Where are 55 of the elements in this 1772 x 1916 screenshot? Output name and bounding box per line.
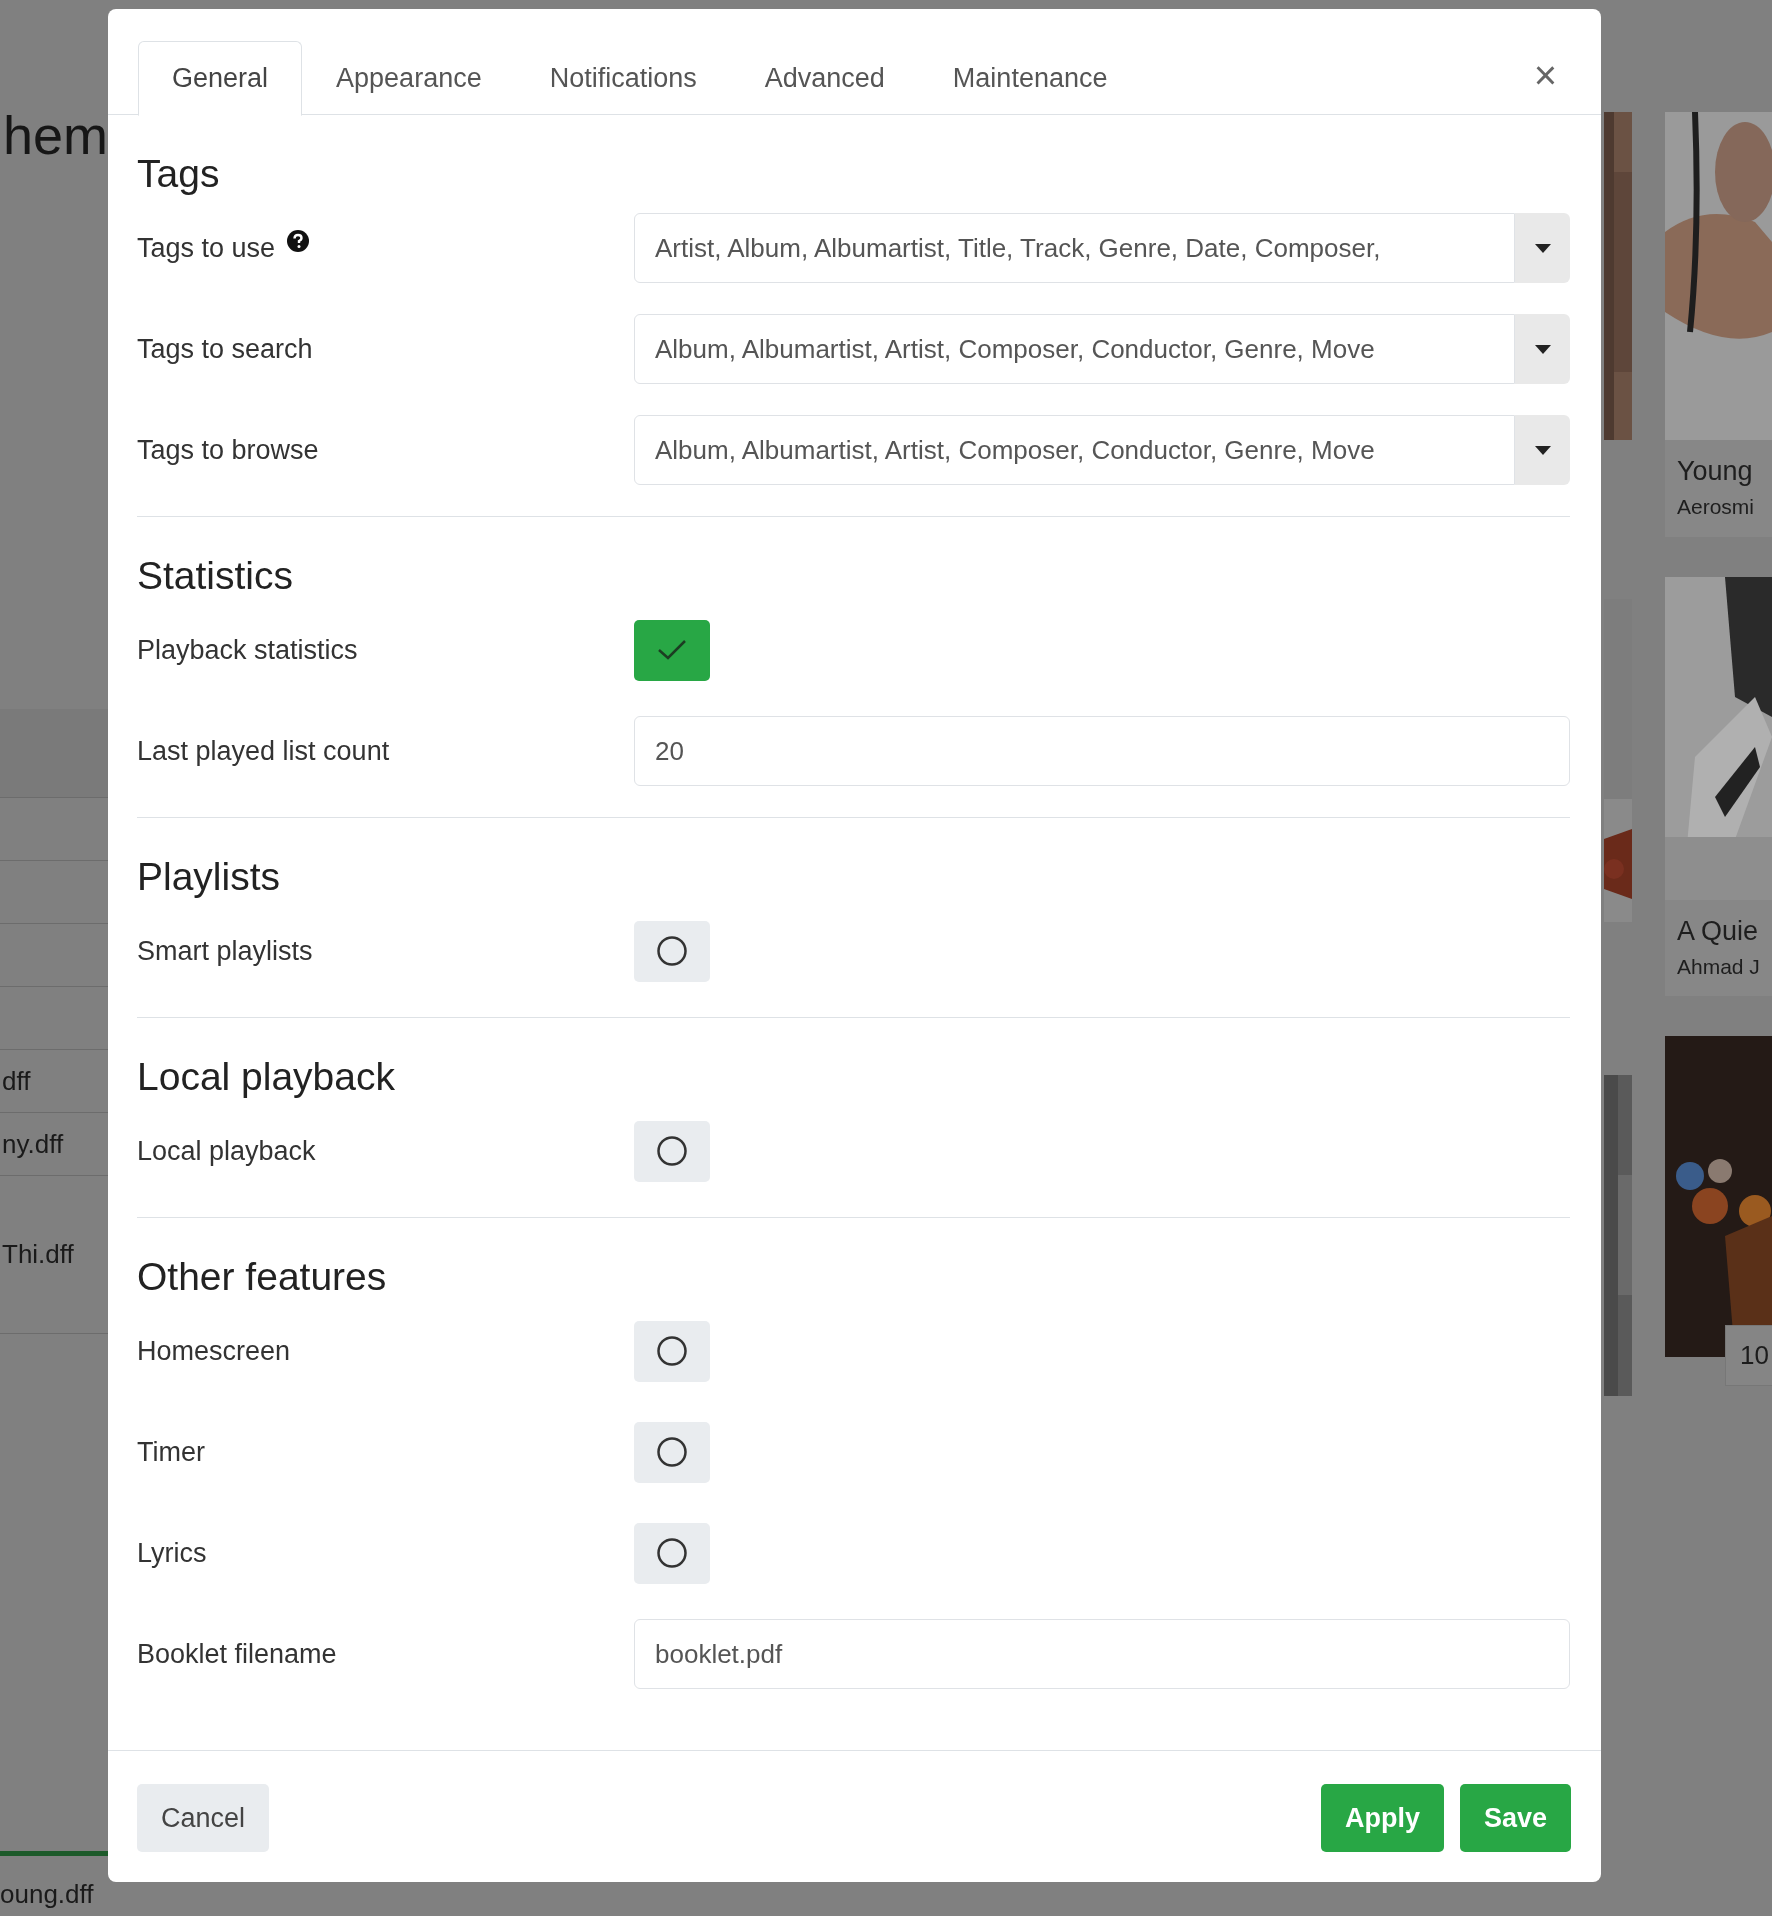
field-label: Booklet filename [137,1637,337,1671]
album-title: A Quie [1676,914,1760,948]
input-field[interactable]: booklet.pdf [634,1619,1570,1689]
track-name: oung.dff [0,1878,94,1911]
select-field[interactable]: Album, Albumartist, Artist, Composer, Conductor, Genre, Move [634,415,1515,485]
field-label: Smart playlists [137,934,313,968]
field-label: Playback statistics [137,633,358,667]
tab[interactable]: General [138,41,303,116]
toggle-switch[interactable] [634,1421,710,1483]
section-heading: Tags [137,150,221,197]
dropdown-button[interactable] [1515,415,1570,485]
select-field[interactable]: Album, Albumartist, Artist, Composer, Conductor, Genre, Move [634,314,1515,384]
tab[interactable]: Advanced [730,41,919,116]
section-heading: Local playback [137,1053,396,1100]
album-artist: Aerosmi [1676,494,1756,521]
field-label: Tags to use [137,231,276,265]
page-number[interactable]: 10 [1725,1325,1772,1387]
circle-icon [656,1436,688,1468]
caret-icon [1534,344,1551,354]
input-field[interactable]: 20 [634,716,1570,786]
section-heading: Other features [137,1253,388,1300]
tab[interactable]: Appearance [302,41,516,116]
field-label: Last played list count [137,734,390,768]
field-label: Tags to search [137,332,313,366]
tab[interactable]: Notifications [515,41,731,116]
circle-icon [656,935,688,967]
select-field[interactable]: Artist, Album, Albumartist, Title, Track, Genre, Date, Composer, [634,213,1515,283]
toggle-switch[interactable] [634,1522,710,1584]
caret-icon [1534,445,1551,455]
secondary-button[interactable]: Cancel [137,1784,270,1852]
toggle-switch[interactable] [634,619,710,681]
toggle-switch[interactable] [634,920,710,982]
check-icon [657,639,687,661]
circle-icon [656,1537,688,1569]
dropdown-button[interactable] [1515,213,1570,283]
field-label: Timer [137,1435,205,1469]
field-label: Tags to browse [137,433,319,467]
page-heading: hem [2,108,108,167]
toggle-switch[interactable] [634,1120,710,1182]
toggle-switch[interactable] [634,1320,710,1382]
album-artist: Ahmad J [1676,953,1761,980]
album-title: Young [1676,455,1754,488]
caret-icon [1534,243,1551,253]
field-label: Local playback [137,1134,316,1168]
circle-icon [656,1335,688,1367]
field-label: Homescreen [137,1334,291,1368]
tab[interactable]: Maintenance [918,41,1142,116]
album-card[interactable]: Young Aerosmi [1665,112,1772,537]
album-card[interactable]: A Quie Ahmad J [1665,576,1772,997]
dropdown-button[interactable] [1515,314,1570,384]
section-heading: Statistics [137,552,295,599]
close-button[interactable]: × [1519,49,1571,101]
section-heading: Playlists [137,853,282,900]
field-label: Lyrics [137,1536,207,1570]
circle-icon [656,1135,688,1167]
